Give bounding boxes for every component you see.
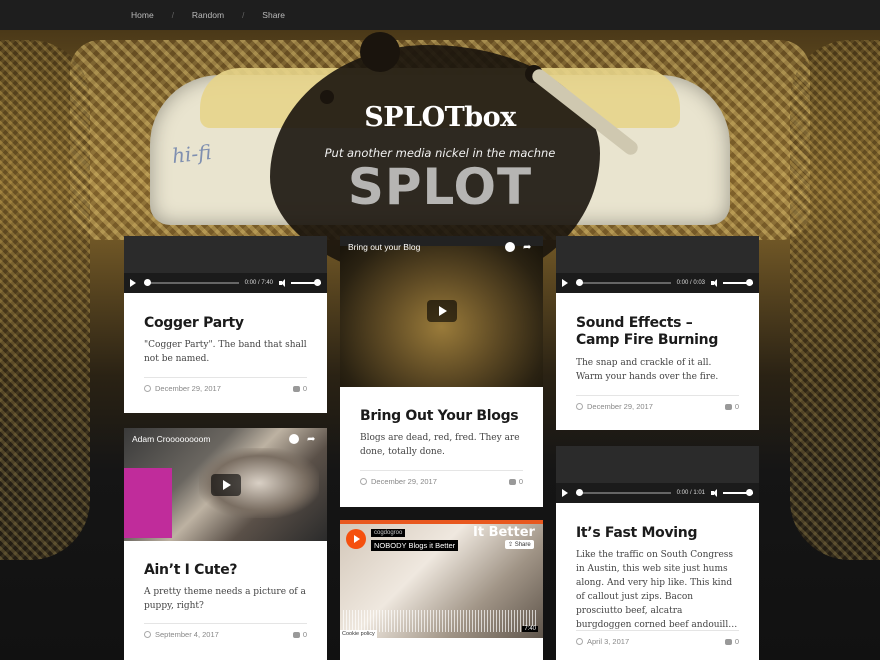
post-title[interactable]: It’s Fast Moving bbox=[576, 525, 739, 542]
soundcloud-embed[interactable]: It Better cogdogroo NOBODY Blogs it Bett… bbox=[340, 520, 543, 638]
comment-icon bbox=[292, 632, 300, 638]
soundcloud-share-button[interactable]: ⇪ Share bbox=[505, 540, 534, 549]
soundcloud-track[interactable]: NOBODY Blogs it Better bbox=[371, 540, 459, 551]
play-icon[interactable] bbox=[562, 279, 568, 287]
audio-seek-bar[interactable] bbox=[576, 489, 671, 496]
clock-icon bbox=[144, 631, 151, 638]
site-tagline: Put another media nickel in the machne bbox=[324, 146, 556, 160]
post-title[interactable]: Sound Effects – Camp Fire Burning bbox=[576, 315, 739, 349]
nav-separator: / bbox=[171, 10, 174, 20]
post-date[interactable]: December 29, 2017 bbox=[576, 402, 653, 415]
play-icon[interactable] bbox=[562, 489, 568, 497]
video-embed[interactable]: Bring out your Blog ➦ bbox=[340, 236, 543, 387]
post-date[interactable]: December 29, 2017 bbox=[360, 477, 437, 490]
soundcloud-overlay-text: It Better bbox=[473, 525, 535, 540]
audio-time: 0:00 / 7:40 bbox=[244, 280, 273, 286]
clock-icon[interactable] bbox=[289, 434, 299, 444]
hero-ink-drop bbox=[360, 32, 400, 72]
post-comments[interactable]: 0 bbox=[292, 630, 307, 643]
post-comments[interactable]: 0 bbox=[724, 637, 739, 650]
soundcloud-header-bar bbox=[340, 520, 543, 524]
clock-icon bbox=[576, 403, 583, 410]
audio-time: 0:00 / 1:01 bbox=[676, 490, 705, 496]
comment-icon bbox=[724, 404, 732, 410]
nav-home-link[interactable]: Home bbox=[131, 10, 154, 20]
post-card-bring-out-your-blogs: Bring out your Blog ➦ Bring Out Your Blo… bbox=[340, 236, 543, 507]
clock-icon bbox=[144, 385, 151, 392]
post-date[interactable]: April 3, 2017 bbox=[576, 637, 629, 650]
nav-random-link[interactable]: Random bbox=[192, 10, 224, 20]
post-excerpt: "Cogger Party". The band that shall not … bbox=[144, 340, 307, 364]
comment-icon bbox=[508, 479, 516, 485]
play-triangle bbox=[354, 535, 360, 543]
post-comments[interactable]: 0 bbox=[508, 477, 523, 490]
post-title[interactable]: Bring Out Your Blogs bbox=[360, 408, 523, 425]
audio-player[interactable]: 0:00 / 7:40 bbox=[124, 273, 327, 293]
clock-icon bbox=[360, 478, 367, 485]
volume-icon[interactable] bbox=[279, 279, 287, 287]
volume-icon[interactable] bbox=[711, 279, 719, 287]
post-excerpt: The snap and crackle of it all. Warm you… bbox=[576, 358, 719, 382]
post-excerpt: A pretty theme needs a picture of a pupp… bbox=[144, 587, 306, 611]
post-title[interactable]: Ain’t I Cute? bbox=[144, 562, 307, 579]
post-meta: December 29, 2017 0 bbox=[576, 395, 739, 415]
audio-seek-bar[interactable] bbox=[144, 279, 239, 286]
post-meta: December 29, 2017 0 bbox=[144, 377, 307, 397]
share-icon[interactable]: ➦ bbox=[307, 434, 315, 445]
cookie-policy-link[interactable]: Cookie policy bbox=[340, 630, 377, 638]
nav-separator: / bbox=[242, 10, 245, 20]
post-date[interactable]: December 29, 2017 bbox=[144, 384, 221, 397]
post-card-camp-fire: 0:00 / 0:03 Sound Effects – Camp Fire Bu… bbox=[556, 236, 759, 430]
video-thumb-bucket bbox=[124, 468, 172, 538]
volume-icon[interactable] bbox=[711, 489, 719, 497]
volume-slider[interactable] bbox=[291, 279, 321, 286]
post-comments[interactable]: 0 bbox=[292, 384, 307, 397]
audio-player[interactable]: 0:00 / 1:01 bbox=[556, 483, 759, 503]
audio-player[interactable]: 0:00 / 0:03 bbox=[556, 273, 759, 293]
post-excerpt: Like the traffic on South Congress in Au… bbox=[576, 550, 738, 630]
clock-icon[interactable] bbox=[505, 242, 515, 252]
play-icon[interactable] bbox=[427, 300, 457, 322]
share-icon[interactable]: ➦ bbox=[523, 242, 531, 253]
post-card-cogger-party: 0:00 / 7:40 Cogger Party "Cogger Party".… bbox=[124, 236, 327, 413]
site-title[interactable]: SPLOTbox bbox=[0, 102, 880, 133]
hero-splot-logo: SPLOT bbox=[347, 158, 533, 216]
post-meta: April 3, 2017 0 bbox=[576, 630, 739, 650]
post-title[interactable]: Cogger Party bbox=[144, 315, 307, 332]
post-card-aint-i-cute: Adam Croooooooom ➦ Ain’t I Cute? A prett… bbox=[124, 428, 327, 660]
audio-time: 0:00 / 0:03 bbox=[676, 280, 705, 286]
clock-icon bbox=[576, 638, 583, 645]
soundcloud-user[interactable]: cogdogroo bbox=[371, 529, 406, 537]
post-date[interactable]: September 4, 2017 bbox=[144, 630, 219, 643]
post-meta: December 29, 2017 0 bbox=[360, 470, 523, 490]
post-meta: September 4, 2017 0 bbox=[144, 623, 307, 643]
play-icon[interactable] bbox=[130, 279, 136, 287]
play-icon[interactable] bbox=[211, 474, 241, 496]
soundcloud-duration: 7:40 bbox=[522, 626, 538, 632]
comment-icon bbox=[724, 639, 732, 645]
post-card-soundcloud: It Better cogdogroo NOBODY Blogs it Bett… bbox=[340, 520, 543, 660]
post-comments[interactable]: 0 bbox=[724, 402, 739, 415]
post-excerpt: Blogs are dead, red, fred. They are done… bbox=[360, 433, 520, 457]
top-nav: Home / Random / Share bbox=[0, 0, 880, 30]
audio-seek-bar[interactable] bbox=[576, 279, 671, 286]
video-embed[interactable]: Adam Croooooooom ➦ bbox=[124, 428, 327, 541]
video-title[interactable]: Adam Croooooooom bbox=[132, 434, 210, 444]
soundcloud-waveform[interactable] bbox=[343, 610, 538, 632]
volume-slider[interactable] bbox=[723, 279, 753, 286]
nav-share-link[interactable]: Share bbox=[262, 10, 285, 20]
post-card-fast-moving: 0:00 / 1:01 It’s Fast Moving Like the tr… bbox=[556, 446, 759, 660]
volume-slider[interactable] bbox=[723, 489, 753, 496]
comment-icon bbox=[292, 386, 300, 392]
video-title[interactable]: Bring out your Blog bbox=[348, 242, 420, 252]
